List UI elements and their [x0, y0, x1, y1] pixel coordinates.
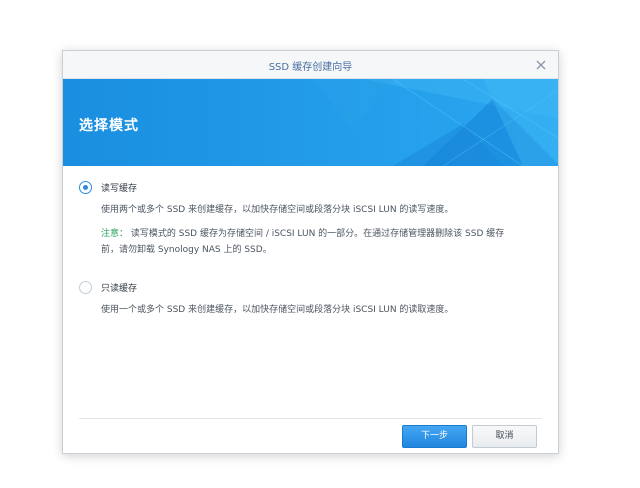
option-read-only-cache: 只读缓存 使用一个或多个 SSD 来创建缓存，以加快存储空间或段落分块 iSCS… [79, 280, 539, 318]
option-description: 使用两个或多个 SSD 来创建缓存，以加快存储空间或段落分块 iSCSI LUN… [101, 205, 454, 215]
next-button[interactable]: 下一步 [402, 425, 467, 448]
radio-label: 读写缓存 [101, 184, 138, 194]
note-line-2: 前，请勿卸载 Synology NAS 上的 SSD。 [101, 245, 272, 255]
window-title: SSD 缓存创建向导 [268, 62, 353, 73]
note-text: 注意： 读写模式的 SSD 缓存为存储空间 / iSCSI LUN 的一部分。在… [101, 226, 539, 258]
page-title: 选择模式 [79, 118, 139, 134]
radio-read-write-cache[interactable]: 读写缓存 [79, 180, 539, 196]
close-icon[interactable] [534, 57, 548, 71]
radio-read-only-cache[interactable]: 只读缓存 [79, 280, 539, 296]
radio-label: 只读缓存 [101, 284, 138, 294]
footer-divider [79, 418, 542, 419]
cancel-button[interactable]: 取消 [472, 425, 537, 448]
note-line-1: 读写模式的 SSD 缓存为存储空间 / iSCSI LUN 的一部分。在通过存储… [128, 229, 505, 239]
radio-button-unchecked[interactable] [79, 281, 92, 294]
option-description: 使用一个或多个 SSD 来创建缓存，以加快存储空间或段落分块 iSCSI LUN… [101, 305, 454, 315]
note-label: 注意： [101, 229, 129, 239]
ssd-cache-wizard-dialog: SSD 缓存创建向导 选择模式 读写缓存 使用两个或多个 SSD 来创建缓存，以… [62, 50, 559, 454]
radio-button-checked[interactable] [79, 181, 92, 194]
title-bar: SSD 缓存创建向导 [63, 51, 558, 79]
option-read-write-cache: 读写缓存 使用两个或多个 SSD 来创建缓存，以加快存储空间或段落分块 iSCS… [79, 180, 539, 258]
header-banner: 选择模式 [63, 79, 558, 166]
